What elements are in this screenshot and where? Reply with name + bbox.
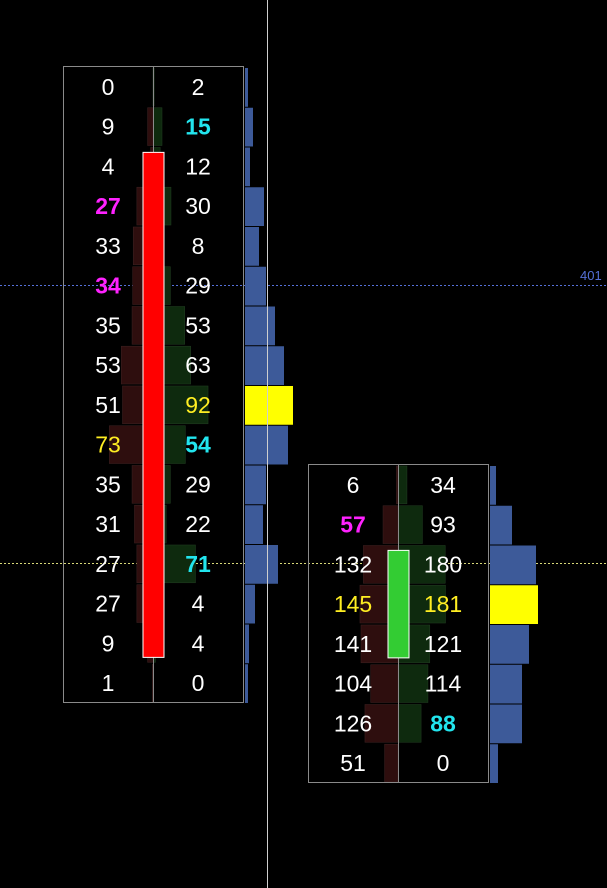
bid-volume-cell <box>382 505 399 544</box>
ask-volume-label: 2 <box>192 74 205 100</box>
profile-bar <box>490 744 498 783</box>
profile-poc-bar <box>245 386 293 425</box>
bid-volume-label: 6 <box>347 472 360 498</box>
profile-bar <box>245 425 288 465</box>
bid-volume-cell <box>384 743 399 783</box>
bid-volume-label: 4 <box>102 153 115 179</box>
bid-volume-label: 104 <box>334 671 373 697</box>
profile-bar <box>490 664 522 704</box>
profile-bar <box>245 584 255 624</box>
profile-bar <box>245 306 275 346</box>
footprint-candle-2: 6 34 57 93 132 180 145 181 141 121 104 114 126 88 51 0 <box>308 464 538 783</box>
ask-volume-label: 0 <box>192 670 205 696</box>
ask-volume-label: 12 <box>185 153 211 179</box>
bid-volume-cell <box>152 663 154 703</box>
bid-volume-label: 9 <box>102 630 115 656</box>
up-candle-body <box>387 549 410 659</box>
ask-volume-label: 29 <box>185 273 211 299</box>
ask-volume-label: 54 <box>185 432 211 458</box>
ask-volume-label: 92 <box>185 392 211 418</box>
ask-volume-label: 180 <box>424 551 462 577</box>
profile-bar <box>245 187 264 226</box>
bid-volume-label: 57 <box>340 512 366 538</box>
ask-volume-cell <box>397 704 422 743</box>
ask-volume-label: 181 <box>424 591 462 617</box>
profile-bar <box>245 624 249 664</box>
bid-volume-label: 9 <box>102 114 115 140</box>
bid-volume-label: 126 <box>334 710 372 736</box>
bid-volume-label: 31 <box>95 511 121 537</box>
bid-volume-label: 0 <box>102 74 115 100</box>
bid-volume-label: 73 <box>95 432 121 458</box>
ask-volume-label: 29 <box>185 471 211 497</box>
profile-bar <box>245 465 266 505</box>
ask-volume-label: 8 <box>192 233 205 259</box>
ask-volume-label: 15 <box>185 114 211 140</box>
bid-volume-label: 35 <box>95 312 121 338</box>
bid-volume-cell <box>370 664 399 703</box>
profile-bar <box>245 505 263 544</box>
profile-bar <box>245 545 278 584</box>
ask-volume-label: 121 <box>424 631 462 657</box>
footprint-candle-1: 0 29 154 1227 3033 834 2935 5353 6351 9273 5435 293… <box>63 66 293 703</box>
ask-volume-label: 4 <box>192 630 205 656</box>
profile-bar <box>245 147 250 187</box>
ask-volume-label: 53 <box>185 312 211 338</box>
bid-volume-label: 141 <box>334 631 372 657</box>
ask-volume-label: 30 <box>185 193 211 219</box>
bid-volume-label: 27 <box>95 193 121 219</box>
profile-bar <box>245 107 253 147</box>
profile-bar <box>490 545 536 585</box>
bid-volume-label: 27 <box>95 551 121 577</box>
ask-volume-cell <box>397 505 423 544</box>
bid-volume-label: 35 <box>95 471 121 497</box>
ask-volume-label: 22 <box>185 511 211 537</box>
profile-poc-bar <box>490 585 538 624</box>
ask-volume-cell <box>397 664 429 703</box>
bid-volume-label: 33 <box>95 233 121 259</box>
ask-volume-cell <box>152 107 163 146</box>
bid-volume-label: 51 <box>340 750 366 776</box>
ask-volume-label: 71 <box>185 551 211 577</box>
bid-volume-cell <box>396 465 399 505</box>
ask-volume-label: 88 <box>430 710 456 736</box>
ask-volume-label: 0 <box>437 750 450 776</box>
profile-bar <box>490 704 522 744</box>
ask-volume-label: 34 <box>430 472 456 498</box>
down-candle-body <box>142 151 165 658</box>
ask-volume-label: 114 <box>425 671 462 697</box>
bid-volume-label: 51 <box>95 392 121 418</box>
ask-volume-cell <box>397 465 408 505</box>
profile-bar <box>245 227 259 266</box>
bid-volume-cell <box>147 107 154 146</box>
footprint-chart[interactable]: 0 29 154 1227 3033 834 2935 5353 6351 9273 5435 293… <box>0 0 607 888</box>
bid-volume-label: 27 <box>95 591 121 617</box>
bid-volume-label: 53 <box>95 352 121 378</box>
bid-volume-label: 1 <box>102 670 115 696</box>
ask-volume-label: 93 <box>430 512 456 538</box>
profile-bar <box>245 68 248 107</box>
ask-volume-label: 4 <box>192 591 205 617</box>
profile-bar <box>245 346 284 385</box>
bid-volume-label: 132 <box>334 551 372 577</box>
bid-volume-label: 34 <box>95 273 121 299</box>
price-axis-label: 401 <box>580 268 602 283</box>
ask-volume-label: 63 <box>185 352 211 378</box>
profile-bar <box>245 664 248 703</box>
profile-bar <box>490 625 529 664</box>
profile-bar <box>490 505 512 545</box>
profile-bar <box>245 266 266 306</box>
profile-bar <box>490 466 496 505</box>
bid-volume-label: 145 <box>334 591 372 617</box>
